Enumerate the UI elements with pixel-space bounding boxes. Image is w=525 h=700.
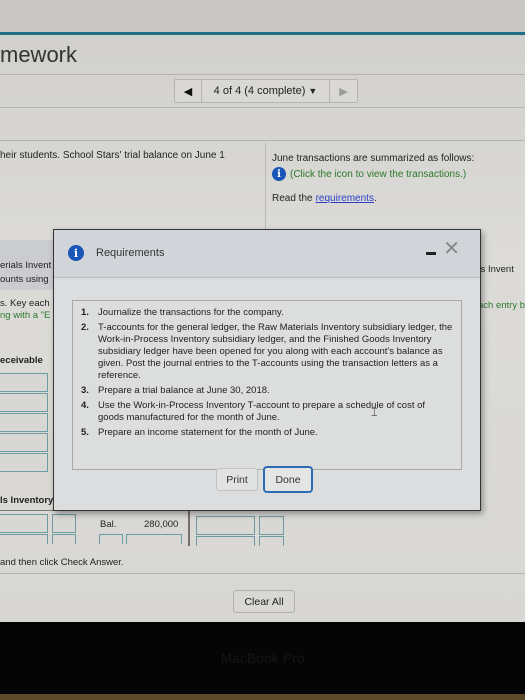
click-icon-hint: (Click the icon to view the transactions… (290, 168, 467, 180)
read-suffix: . (373, 192, 377, 204)
background-hint-text: ng with a "E (0, 310, 51, 321)
requirement-item: 2. T-accounts for the general ledger, the… (81, 322, 453, 382)
t-account-input[interactable] (126, 534, 182, 544)
clear-all-button[interactable]: Clear All (233, 590, 295, 613)
column-divider (265, 143, 266, 233)
laptop-edge (0, 694, 525, 700)
triangle-left-icon: ◀ (183, 85, 193, 98)
dialog-header: i Requirements ✕ (54, 230, 480, 278)
requirement-number: 4. (81, 400, 89, 411)
background-text: s. Key each (0, 298, 50, 309)
t-account-input[interactable] (0, 514, 48, 533)
requirement-number: 2. (81, 322, 89, 333)
requirement-text: Prepare an income statement for the mont… (98, 427, 318, 438)
t-account-input[interactable] (52, 514, 76, 533)
goods-inventory-account-label: ls Inventory (0, 495, 54, 506)
t-account-input[interactable] (99, 534, 123, 544)
requirement-text: Use the Work-in-Process Inventory T-acco… (98, 400, 426, 423)
t-account-input[interactable] (0, 393, 48, 412)
t-account-input[interactable] (196, 516, 255, 535)
background-hint-text: ach entry b (478, 300, 525, 311)
t-account-input[interactable] (196, 536, 255, 546)
bezel-label: MacBook Pro (220, 650, 305, 666)
question-pager: ◀ 4 of 4 (4 complete) ▼ ▶ (174, 79, 358, 103)
t-account-input[interactable] (52, 534, 76, 544)
ppe-balance-label: Bal. (100, 519, 117, 530)
requirements-link[interactable]: requirements (316, 193, 374, 204)
requirement-text: Journalize the transactions for the comp… (98, 307, 284, 318)
question-selector[interactable]: 4 of 4 (4 complete) ▼ (202, 80, 330, 102)
t-account-input[interactable] (0, 453, 48, 472)
t-account-input[interactable] (259, 516, 284, 535)
next-question-button[interactable]: ▶ (330, 80, 357, 102)
triangle-right-icon: ▶ (339, 85, 348, 98)
t-account-input[interactable] (0, 413, 48, 432)
info-icon: i (68, 245, 84, 261)
done-button[interactable]: Done (263, 466, 313, 493)
background-text: erials Invent (0, 260, 52, 271)
top-strip (0, 0, 525, 33)
minimize-icon[interactable] (426, 252, 436, 255)
check-answer-instruction: and then click Check Answer. (0, 557, 124, 568)
read-requirements-row: Read the requirements . (272, 190, 474, 206)
dialog-title: Requirements (96, 247, 165, 259)
close-icon[interactable]: ✕ (443, 239, 460, 259)
requirement-number: 5. (81, 427, 89, 438)
transactions-link-row: i (Click the icon to view the transactio… (272, 166, 474, 182)
requirements-box: 1. Journalize the transactions for the co… (72, 300, 462, 470)
t-account-divider (188, 511, 190, 546)
problem-intro-text: heir students. School Stars' trial balan… (0, 150, 225, 161)
problem-right-column: June transactions are summarized as foll… (272, 150, 474, 206)
requirement-text: Prepare a trial balance at June 30, 2018… (98, 385, 270, 396)
ppe-balance-value: 280,000 (144, 519, 179, 530)
print-button[interactable]: Print (216, 468, 258, 491)
question-progress-label: 4 of 4 (4 complete) (213, 85, 306, 97)
divider (0, 74, 525, 75)
divider (0, 573, 525, 574)
requirement-item: 3. Prepare a trial balance at June 30, 20… (81, 385, 453, 397)
requirement-number: 1. (81, 307, 89, 318)
requirements-dialog: i Requirements ✕ 1. Journalize the transa… (53, 229, 481, 511)
previous-question-button[interactable]: ◀ (175, 80, 202, 102)
divider (0, 107, 525, 108)
divider (0, 140, 525, 141)
info-icon[interactable]: i (272, 167, 286, 181)
page-title: mework (0, 42, 78, 67)
receivable-account-label: eceivable (0, 355, 43, 366)
requirements-list: 1. Journalize the transactions for the co… (81, 307, 453, 442)
t-account-input[interactable] (259, 536, 284, 546)
triangle-down-icon: ▼ (308, 86, 318, 96)
background-text: ounts using (0, 274, 49, 285)
requirement-text: T-accounts for the general ledger, the R… (98, 322, 453, 381)
header-accent-bar (0, 32, 525, 35)
t-account-input[interactable] (0, 433, 48, 452)
text-cursor-icon: ⌶ (371, 407, 378, 419)
t-account-input[interactable] (0, 373, 48, 392)
t-account-input[interactable] (0, 534, 48, 544)
transactions-summary-text: June transactions are summarized as foll… (272, 152, 475, 164)
read-prefix: Read the (272, 192, 313, 204)
requirement-item: 5. Prepare an income statement for the mo… (81, 427, 453, 439)
requirement-item: 1. Journalize the transactions for the co… (81, 307, 453, 319)
requirement-item: 4. Use the Work-in-Process Inventory T-ac… (81, 400, 453, 424)
requirement-number: 3. (81, 385, 89, 396)
